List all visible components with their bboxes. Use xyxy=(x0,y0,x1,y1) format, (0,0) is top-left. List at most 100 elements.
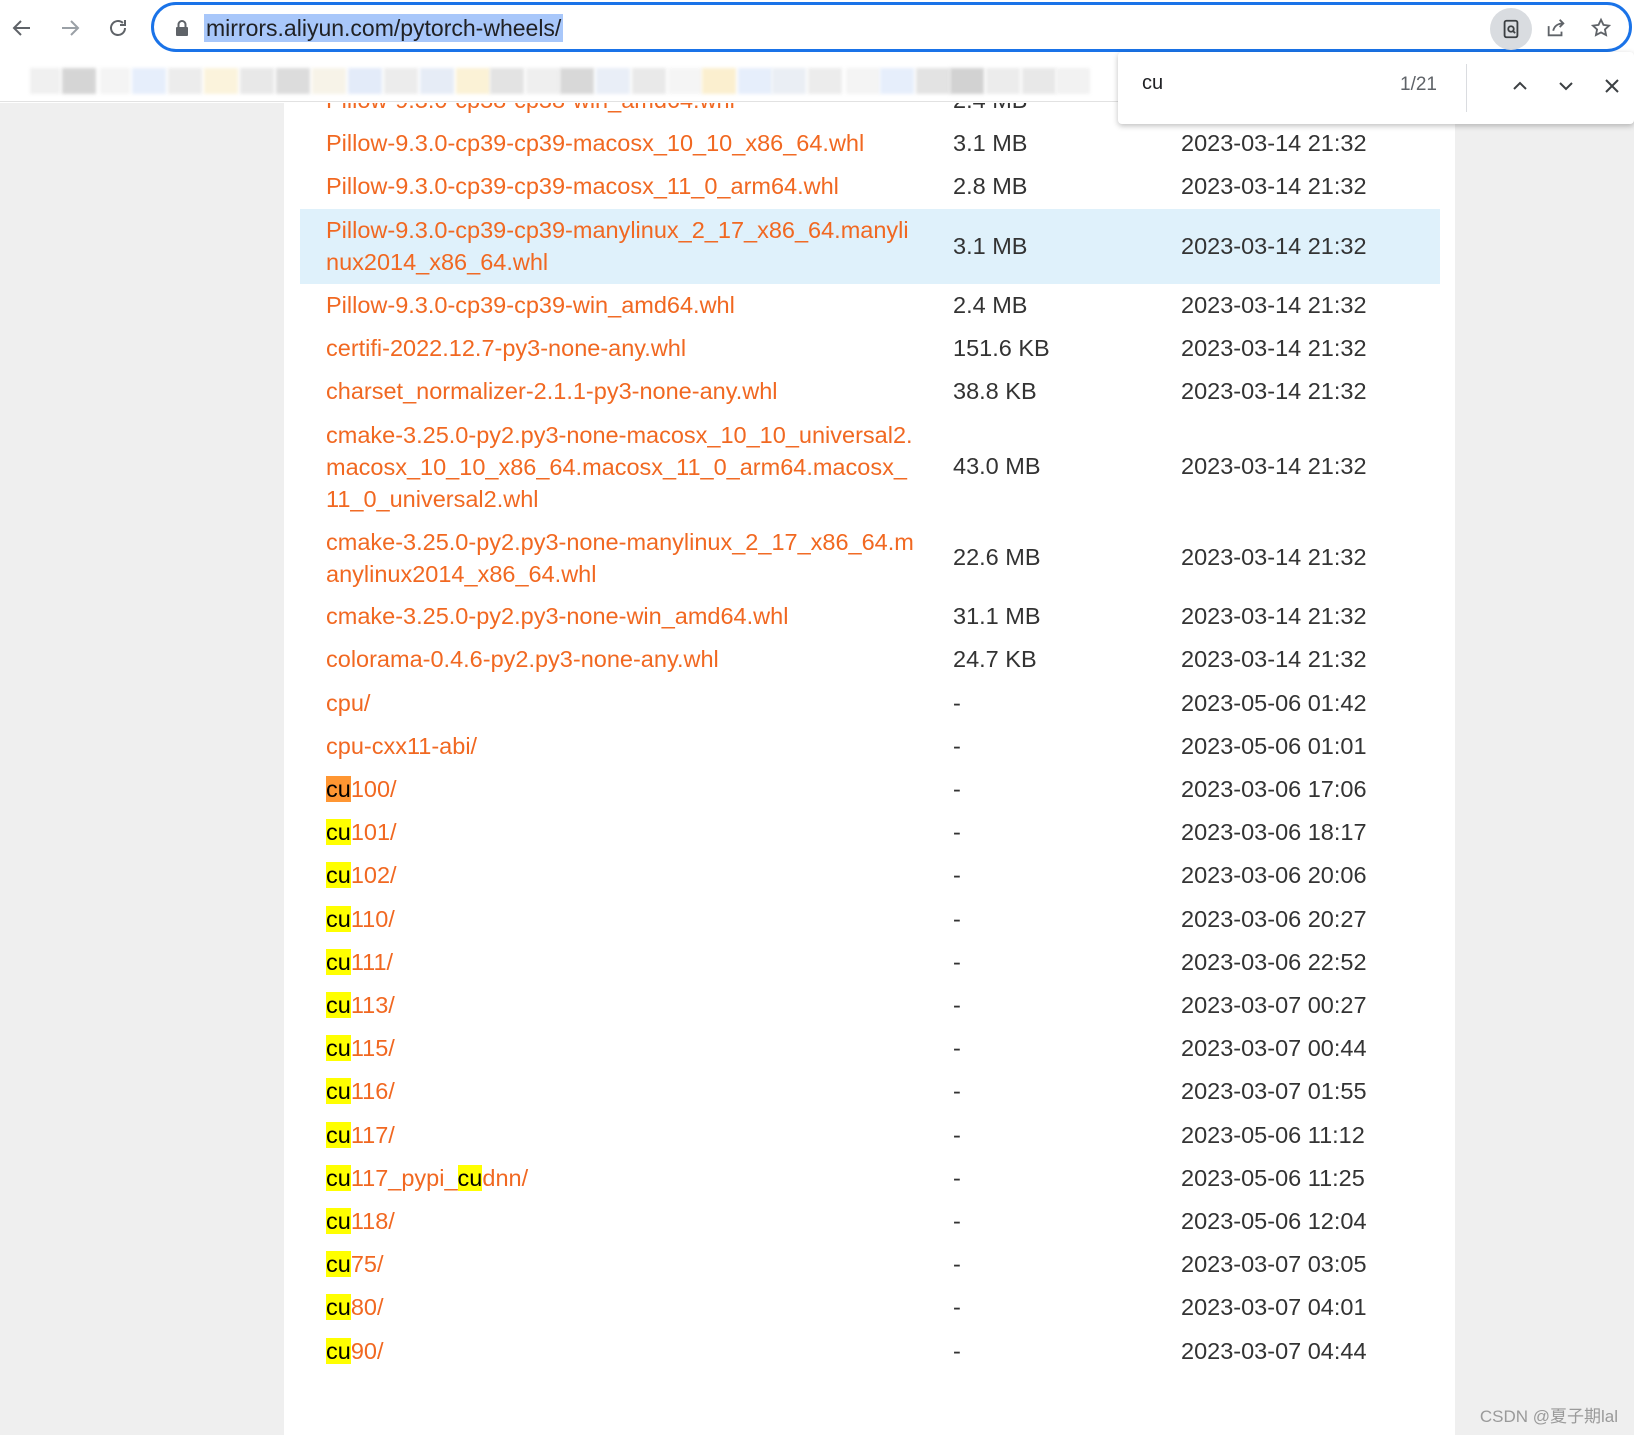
file-link[interactable]: cu90/ xyxy=(326,1335,936,1368)
table-row: cu117_pypi_cudnn/- 2023-05-06 11:25 xyxy=(300,1157,1440,1200)
address-bar[interactable]: mirrors.aliyun.com/pytorch-wheels/ xyxy=(151,2,1632,52)
file-link[interactable]: certifi-2022.12.7-py3-none-any.whl xyxy=(326,332,936,365)
file-link[interactable]: cmake-3.25.0-py2.py3-none-manylinux_2_17… xyxy=(326,526,936,590)
table-row: colorama-0.4.6-py2.py3-none-any.whl 24.7 … xyxy=(300,638,1440,681)
file-date: 2023-03-14 21:32 xyxy=(1181,544,1367,571)
file-size: 151.6 KB xyxy=(953,334,1050,361)
table-row: cu117/- 2023-05-06 11:12 xyxy=(300,1114,1440,1157)
table-row: cu113/- 2023-03-07 00:27 xyxy=(300,984,1440,1027)
table-row: cu102/- 2023-03-06 20:06 xyxy=(300,854,1440,897)
find-match-highlight: cu xyxy=(326,1294,351,1321)
file-size: - xyxy=(953,992,961,1019)
find-match-highlight: cu xyxy=(326,948,351,975)
find-divider xyxy=(1466,64,1467,112)
file-link[interactable]: cu118/ xyxy=(326,1205,936,1238)
file-date: 2023-03-14 21:32 xyxy=(1181,334,1367,361)
file-date: 2023-05-06 12:04 xyxy=(1181,1208,1367,1235)
file-link-line[interactable]: 11_0_universal2.whl xyxy=(326,483,936,515)
file-size: - xyxy=(953,1164,961,1191)
close-icon[interactable] xyxy=(1594,68,1630,104)
file-link[interactable]: cu101/ xyxy=(326,816,936,849)
file-link[interactable]: cu102/ xyxy=(326,859,936,892)
file-size: 38.8 KB xyxy=(953,378,1037,405)
file-link[interactable]: cu75/ xyxy=(326,1248,936,1281)
table-row: cu80/- 2023-03-07 04:01 xyxy=(300,1286,1440,1329)
file-link[interactable]: cu115/ xyxy=(326,1032,936,1065)
table-row: cu110/- 2023-03-06 20:27 xyxy=(300,898,1440,941)
file-link[interactable]: cpu/ xyxy=(326,687,936,720)
back-icon[interactable] xyxy=(4,10,40,46)
file-link-line[interactable]: cmake-3.25.0-py2.py3-none-macosx_10_10_u… xyxy=(326,419,936,451)
watermark: CSDN @夏子期lal xyxy=(1479,1407,1618,1426)
table-row: cmake-3.25.0-py2.py3-none-manylinux_2_17… xyxy=(300,520,1440,595)
file-link[interactable]: cmake-3.25.0-py2.py3-none-win_amd64.whl xyxy=(326,600,936,633)
file-date: 2023-03-14 21:32 xyxy=(1181,603,1367,630)
file-link[interactable]: cu117_pypi_cudnn/ xyxy=(326,1162,936,1195)
file-size: - xyxy=(953,732,961,759)
find-match-highlight: cu xyxy=(326,1251,351,1278)
file-link[interactable]: cpu-cxx11-abi/ xyxy=(326,730,936,763)
find-match-highlight: cu xyxy=(326,1078,351,1105)
file-link[interactable]: Pillow-9.3.0-cp39-cp39-manylinux_2_17_x8… xyxy=(326,214,936,278)
lens-icon[interactable] xyxy=(1490,8,1532,50)
table-row: cmake-3.25.0-py2.py3-none-win_amd64.whl 3… xyxy=(300,595,1440,638)
find-match-highlight: cu xyxy=(326,1035,351,1062)
file-date: 2023-03-07 04:01 xyxy=(1181,1294,1367,1321)
reload-icon[interactable] xyxy=(100,10,136,46)
bookmark-star-icon[interactable] xyxy=(1582,9,1620,47)
prev-match-icon[interactable] xyxy=(1502,68,1538,104)
lock-icon[interactable] xyxy=(174,19,190,37)
file-date: 2023-03-14 21:32 xyxy=(1181,130,1367,157)
file-link[interactable]: cu117/ xyxy=(326,1119,936,1152)
table-row: Pillow-9.3.0-cp39-cp39-win_amd64.whl 2.4 … xyxy=(300,284,1440,327)
file-size: 2.8 MB xyxy=(953,173,1028,200)
table-row: cpu/- 2023-05-06 01:42 xyxy=(300,682,1440,725)
file-date: 2023-03-14 21:32 xyxy=(1181,378,1367,405)
file-date: 2023-05-06 01:42 xyxy=(1181,689,1367,716)
file-link-line[interactable]: macosx_10_10_x86_64.macosx_11_0_arm64.ma… xyxy=(326,451,936,483)
file-link[interactable]: Pillow-9.3.0-cp39-cp39-win_amd64.whl xyxy=(326,289,936,322)
find-match-highlight: cu xyxy=(326,992,351,1019)
file-link[interactable]: cu113/ xyxy=(326,989,936,1022)
file-link-line[interactable]: nux2014_x86_64.whl xyxy=(326,246,936,278)
find-match-count: 1/21 xyxy=(1400,74,1437,95)
forward-icon[interactable] xyxy=(52,10,88,46)
file-date: 2023-05-06 01:01 xyxy=(1181,732,1367,759)
file-date: 2023-03-06 18:17 xyxy=(1181,819,1367,846)
file-date: 2023-05-06 11:25 xyxy=(1181,1164,1365,1191)
file-date: 2023-03-07 00:44 xyxy=(1181,1035,1367,1062)
file-link[interactable]: cu110/ xyxy=(326,903,936,936)
file-date: 2023-03-06 20:27 xyxy=(1181,905,1367,932)
find-input[interactable] xyxy=(1142,72,1342,95)
next-match-icon[interactable] xyxy=(1548,68,1584,104)
find-match-highlight: cu xyxy=(326,776,351,803)
file-size: - xyxy=(953,1294,961,1321)
file-date: 2023-03-14 21:32 xyxy=(1181,232,1367,259)
url-text[interactable]: mirrors.aliyun.com/pytorch-wheels/ xyxy=(204,14,564,42)
file-link[interactable]: colorama-0.4.6-py2.py3-none-any.whl xyxy=(326,643,936,676)
file-link[interactable]: cu100/ xyxy=(326,773,936,806)
table-row: cu75/- 2023-03-07 03:05 xyxy=(300,1243,1440,1286)
file-link[interactable]: cu80/ xyxy=(326,1291,936,1324)
file-size: 24.7 KB xyxy=(953,646,1037,673)
file-link-line[interactable]: anylinux2014_x86_64.whl xyxy=(326,558,936,590)
file-link[interactable]: Pillow-9.3.0-cp39-cp39-macosx_10_10_x86_… xyxy=(326,127,936,160)
file-date: 2023-03-07 04:44 xyxy=(1181,1337,1367,1364)
find-match-highlight: cu xyxy=(326,1164,351,1191)
file-link[interactable]: cmake-3.25.0-py2.py3-none-macosx_10_10_u… xyxy=(326,419,936,515)
file-date: 2023-03-07 01:55 xyxy=(1181,1078,1367,1105)
file-size: 43.0 MB xyxy=(953,453,1041,480)
file-link[interactable]: charset_normalizer-2.1.1-py3-none-any.wh… xyxy=(326,375,936,408)
file-link[interactable]: cu116/ xyxy=(326,1075,936,1108)
file-link[interactable]: Pillow-9.3.0-cp39-cp39-macosx_11_0_arm64… xyxy=(326,170,936,203)
find-match-highlight: cu xyxy=(326,1208,351,1235)
file-link-line[interactable]: Pillow-9.3.0-cp39-cp39-manylinux_2_17_x8… xyxy=(326,214,936,246)
file-size: 3.1 MB xyxy=(953,130,1028,157)
file-link-line[interactable]: cmake-3.25.0-py2.py3-none-manylinux_2_17… xyxy=(326,526,936,558)
share-icon[interactable] xyxy=(1537,9,1575,47)
file-link[interactable]: cu111/ xyxy=(326,946,936,979)
file-size: - xyxy=(953,905,961,932)
file-size: - xyxy=(953,819,961,846)
file-link[interactable]: Pillow-9.3.0-cp38-cp38-win_amd64.whl xyxy=(326,103,936,117)
file-size: 31.1 MB xyxy=(953,603,1041,630)
